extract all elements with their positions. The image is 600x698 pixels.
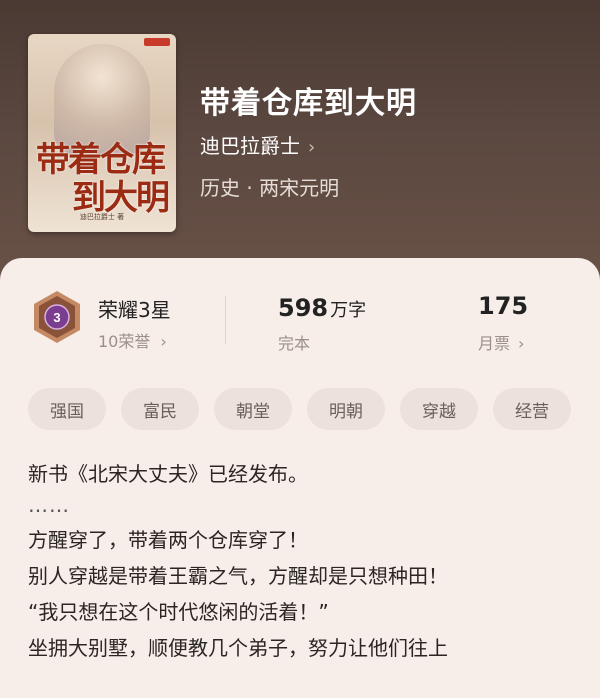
honor-title: 荣耀3星 — [98, 298, 171, 322]
monthly-ticket-link[interactable]: 月票 › — [478, 330, 524, 354]
description-line: 坐拥大别墅，顺便教几个弟子，努力让他们往上 — [28, 636, 448, 660]
completion-status: 完本 — [278, 334, 311, 353]
chevron-right-icon: › — [308, 137, 316, 158]
description-line: 新书《北宋大丈夫》已经发布。 — [28, 462, 308, 486]
tag-chip[interactable]: 朝堂 — [214, 388, 292, 430]
word-count: 598 万字 — [278, 294, 366, 322]
word-count-number: 598 — [278, 294, 329, 322]
book-header: 带着仓库 到大明 迪巴拉爵士 著 带着仓库到大明 迪巴拉爵士 › 历史 · 两宋元… — [0, 0, 600, 300]
description-line: 别人穿越是带着王霸之气，方醒却是只想种田！ — [28, 564, 448, 588]
tag-chip[interactable]: 富民 — [121, 388, 199, 430]
stats-divider — [225, 296, 226, 344]
tag-chip[interactable]: 明朝 — [307, 388, 385, 430]
monthly-ticket-count: 175 — [478, 292, 529, 320]
word-count-unit: 万字 — [330, 300, 367, 321]
tag-list: 强国 富民 朝堂 明朝 穿越 经营 — [28, 388, 600, 430]
honor-points-link[interactable]: 10荣誉 › — [98, 328, 167, 352]
description-line: 方醒穿了，带着两个仓库穿了！ — [28, 528, 308, 552]
publisher-logo — [144, 38, 170, 46]
author-link[interactable]: 迪巴拉爵士 › — [200, 130, 315, 159]
honor-badge-icon[interactable]: 3 — [28, 288, 86, 346]
monthly-ticket-label: 月票 — [478, 334, 511, 353]
author-name: 迪巴拉爵士 — [200, 134, 300, 158]
tag-chip[interactable]: 穿越 — [400, 388, 478, 430]
book-cover[interactable]: 带着仓库 到大明 迪巴拉爵士 著 — [28, 34, 176, 232]
tag-chip[interactable]: 经营 — [493, 388, 571, 430]
tag-chip[interactable]: 强国 — [28, 388, 106, 430]
cover-author: 迪巴拉爵士 著 — [79, 213, 125, 221]
book-info-panel: 3 荣耀3星 10荣誉 › 598 万字 完本 175 月票 › 强国 富民 朝堂 明… — [0, 258, 600, 698]
chevron-right-icon: › — [518, 334, 525, 353]
svg-text:3: 3 — [53, 310, 60, 325]
honor-points: 10荣誉 — [98, 332, 151, 351]
chevron-right-icon: › — [160, 332, 167, 351]
book-genre: 历史 · 两宋元明 — [200, 176, 340, 200]
book-title: 带着仓库到大明 — [200, 86, 417, 121]
description-ellipsis: …… — [28, 493, 70, 517]
book-description[interactable]: 新书《北宋大丈夫》已经发布。 …… 方醒穿了，带着两个仓库穿了！ 别人穿越是带着… — [28, 456, 588, 666]
description-line: “我只想在这个时代悠闲的活着！” — [28, 600, 329, 624]
